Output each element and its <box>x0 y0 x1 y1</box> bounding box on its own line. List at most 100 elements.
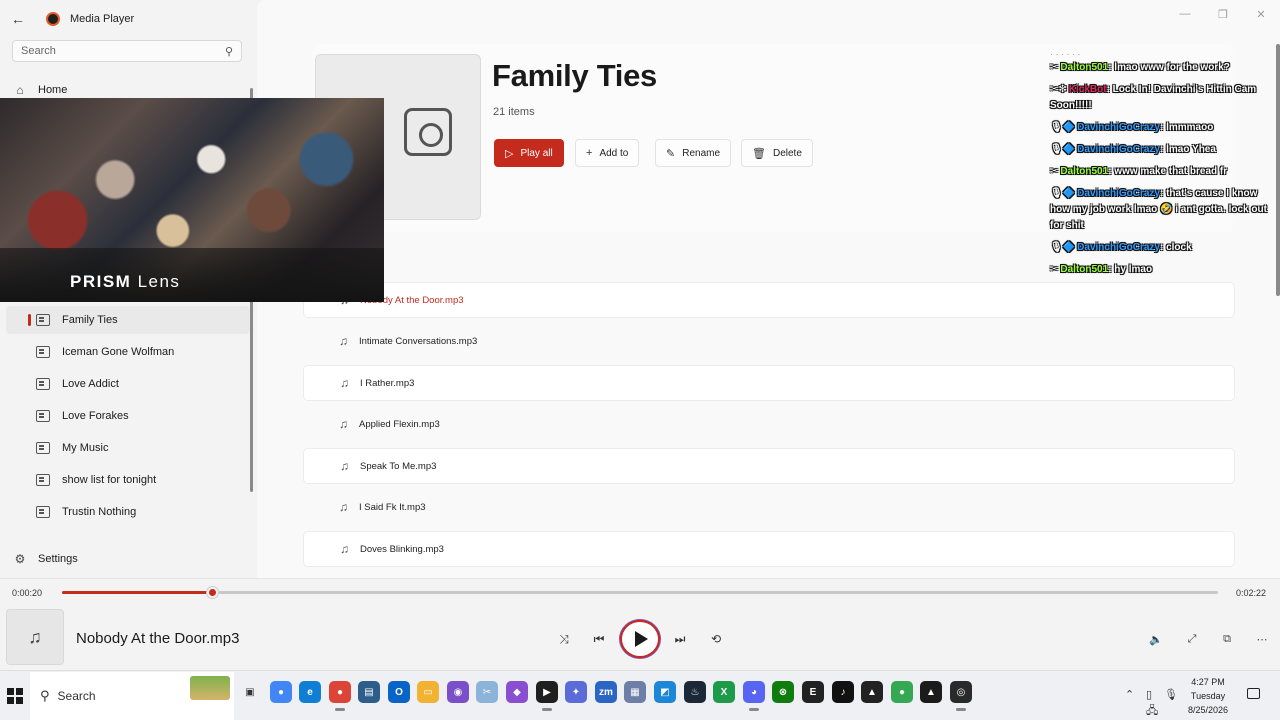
repeat-button[interactable]: ⟲ <box>704 627 728 651</box>
shuffle-button[interactable]: ⤨ <box>552 627 576 651</box>
add-to-label: Add to <box>599 147 629 159</box>
now-playing-art[interactable]: ♫ <box>6 609 64 665</box>
volume-button[interactable]: 🔈 <box>1144 627 1168 651</box>
main-scrollbar[interactable] <box>1276 44 1280 296</box>
chat-text: hy lmao <box>1111 264 1153 275</box>
prism-live-icon[interactable]: ◎ <box>950 681 972 711</box>
chat-badge-icon: 🎙🔷 <box>1050 144 1076 155</box>
repeat-icon: ⟲ <box>710 632 722 646</box>
minimize-button[interactable]: — <box>1166 0 1204 28</box>
search-box[interactable]: ⚲ <box>12 40 242 62</box>
brand-light: Lens <box>131 272 181 291</box>
trash-icon: 🗑 <box>752 147 766 160</box>
sidebar-playlist-item[interactable]: Trustin Nothing <box>6 498 250 526</box>
webcam-overlay: PRISM Lens <box>0 98 384 302</box>
playlist-label: Family Ties <box>62 314 118 326</box>
play-icon: ▷ <box>505 147 514 160</box>
add-to-button[interactable]: + Add to <box>575 139 640 167</box>
microphone-icon[interactable]: 🎙 <box>1164 688 1178 701</box>
taskbar-search[interactable]: ⚲ Search <box>30 672 234 720</box>
device-icon[interactable]: ▯ <box>1146 688 1152 701</box>
chat-message: ✂ Dalton501: www make that bread fr <box>1050 166 1228 177</box>
expand-icon: ⤢ <box>1187 632 1197 645</box>
chat-clipped-line: · · · · · · <box>1050 52 1081 59</box>
nav-home-label: Home <box>38 84 68 96</box>
discord-icon[interactable]: ◕ <box>743 681 765 711</box>
track-row[interactable]: ♫ Nobody At the Door.mp3 <box>303 282 1235 318</box>
rename-button[interactable]: ✎ Rename <box>655 139 732 167</box>
rename-icon: ✎ <box>666 147 676 160</box>
now-playing-title[interactable]: Nobody At the Door.mp3 <box>76 630 239 647</box>
sidebar-playlist-item[interactable]: show list for tonight <box>6 466 250 494</box>
steam-icon[interactable]: ♨ <box>684 681 706 703</box>
app-icon[interactable]: ◆ <box>506 681 528 703</box>
sidebar-playlist-item[interactable]: Family Ties <box>6 306 250 334</box>
track-row[interactable]: ♫ Speak To Me.mp3 <box>303 448 1235 484</box>
track-row[interactable]: ♫ Applied Flexin.mp3 <box>303 406 1235 442</box>
home-icon: ⌂ <box>16 83 24 97</box>
track-row[interactable]: ♫ Intimate Conversations.mp3 <box>303 323 1235 359</box>
next-button[interactable]: ⏭ <box>668 627 692 651</box>
epic-games-icon[interactable]: E <box>802 681 824 703</box>
system-clock[interactable]: 4:27 PM Tuesday 8/25/2026 <box>1180 675 1236 717</box>
delete-button[interactable]: 🗑 Delete <box>741 139 813 167</box>
fullscreen-button[interactable]: ⤢ <box>1180 627 1204 651</box>
chrome-icon[interactable]: ● <box>270 681 292 703</box>
chrome-profile-icon[interactable]: ● <box>891 681 913 703</box>
sidebar-playlist-item[interactable]: My Music <box>6 434 250 462</box>
chat-text: lmao Yhea <box>1163 144 1216 155</box>
playlist-icon <box>36 346 50 358</box>
search-input[interactable] <box>21 45 225 57</box>
clock-time: 4:27 PM <box>1191 677 1225 687</box>
taskbar: ⚲ Search ▣ ● e ● ▤ O ▭ ◉ ✂ ◆ ▶ ✦ zm ▦ ◩ … <box>0 670 1280 720</box>
chat-text: www make that bread fr <box>1111 166 1228 177</box>
app-icon[interactable]: ◉ <box>447 681 469 703</box>
tiktok-icon[interactable]: ♪ <box>832 681 854 703</box>
delete-label: Delete <box>772 147 802 159</box>
network-icon[interactable]: 🖧 <box>1146 702 1158 720</box>
close-button[interactable]: ✕ <box>1242 0 1280 28</box>
zoom-icon[interactable]: zm <box>595 681 617 703</box>
sidebar-playlist-item[interactable]: Love Addict <box>6 370 250 398</box>
track-row[interactable]: ♫ Doves Blinking.mp3 <box>303 531 1235 567</box>
task-view-icon[interactable]: ▣ <box>239 681 261 703</box>
more-options-button[interactable]: ⋯ <box>1250 627 1274 651</box>
chat-username: KickBot <box>1068 84 1107 95</box>
track-row[interactable]: ♫ I Said Fk It.mp3 <box>303 489 1235 525</box>
app-icon[interactable]: ▲ <box>920 681 942 703</box>
app-icon[interactable]: ▤ <box>358 681 380 703</box>
mini-player-button[interactable]: ⧉ <box>1215 627 1239 651</box>
app-icon[interactable]: ✦ <box>565 681 587 703</box>
nav-settings[interactable]: ⚙ Settings <box>0 545 250 573</box>
track-row[interactable]: ♫ I Rather.mp3 <box>303 365 1235 401</box>
windows-start-icon[interactable] <box>7 688 23 704</box>
play-all-button[interactable]: ▷ Play all <box>494 139 564 167</box>
excel-icon[interactable]: X <box>713 681 735 703</box>
app-icon[interactable]: ▦ <box>624 681 646 703</box>
seek-bar[interactable] <box>62 587 1218 598</box>
edge-icon[interactable]: e <box>299 681 321 703</box>
music-note-icon: ♫ <box>340 542 349 556</box>
playlist-icon <box>36 410 50 422</box>
sidebar-playlist-item[interactable]: Love Forakes <box>6 402 250 430</box>
chat-badge-icon: ✂ <box>1050 166 1059 177</box>
seek-thumb[interactable] <box>207 587 219 598</box>
snipping-tool-icon[interactable]: ✂ <box>476 681 498 703</box>
xbox-icon[interactable]: ⊗ <box>772 681 794 703</box>
restore-button[interactable]: ❐ <box>1204 0 1242 28</box>
file-explorer-icon[interactable]: ▭ <box>417 681 439 703</box>
sidebar-playlist-item[interactable]: Iceman Gone Wolfman <box>6 338 250 366</box>
notifications-icon[interactable] <box>1247 688 1260 699</box>
media-player-icon[interactable]: ▶ <box>536 681 558 711</box>
chrome-active-icon[interactable]: ● <box>329 681 351 711</box>
previous-button[interactable]: ⏮ <box>587 627 611 651</box>
play-icon <box>635 631 648 647</box>
back-button[interactable]: ← <box>0 0 36 38</box>
search-icon[interactable]: ⚲ <box>225 45 233 58</box>
photos-icon[interactable]: ◩ <box>654 681 676 703</box>
app-icon[interactable]: ▲ <box>861 681 883 703</box>
outlook-icon[interactable]: O <box>388 681 410 703</box>
chat-username: Dalton501 <box>1060 62 1109 73</box>
chevron-up-icon[interactable]: ⌃ <box>1125 688 1134 701</box>
play-pause-button[interactable] <box>620 620 660 658</box>
